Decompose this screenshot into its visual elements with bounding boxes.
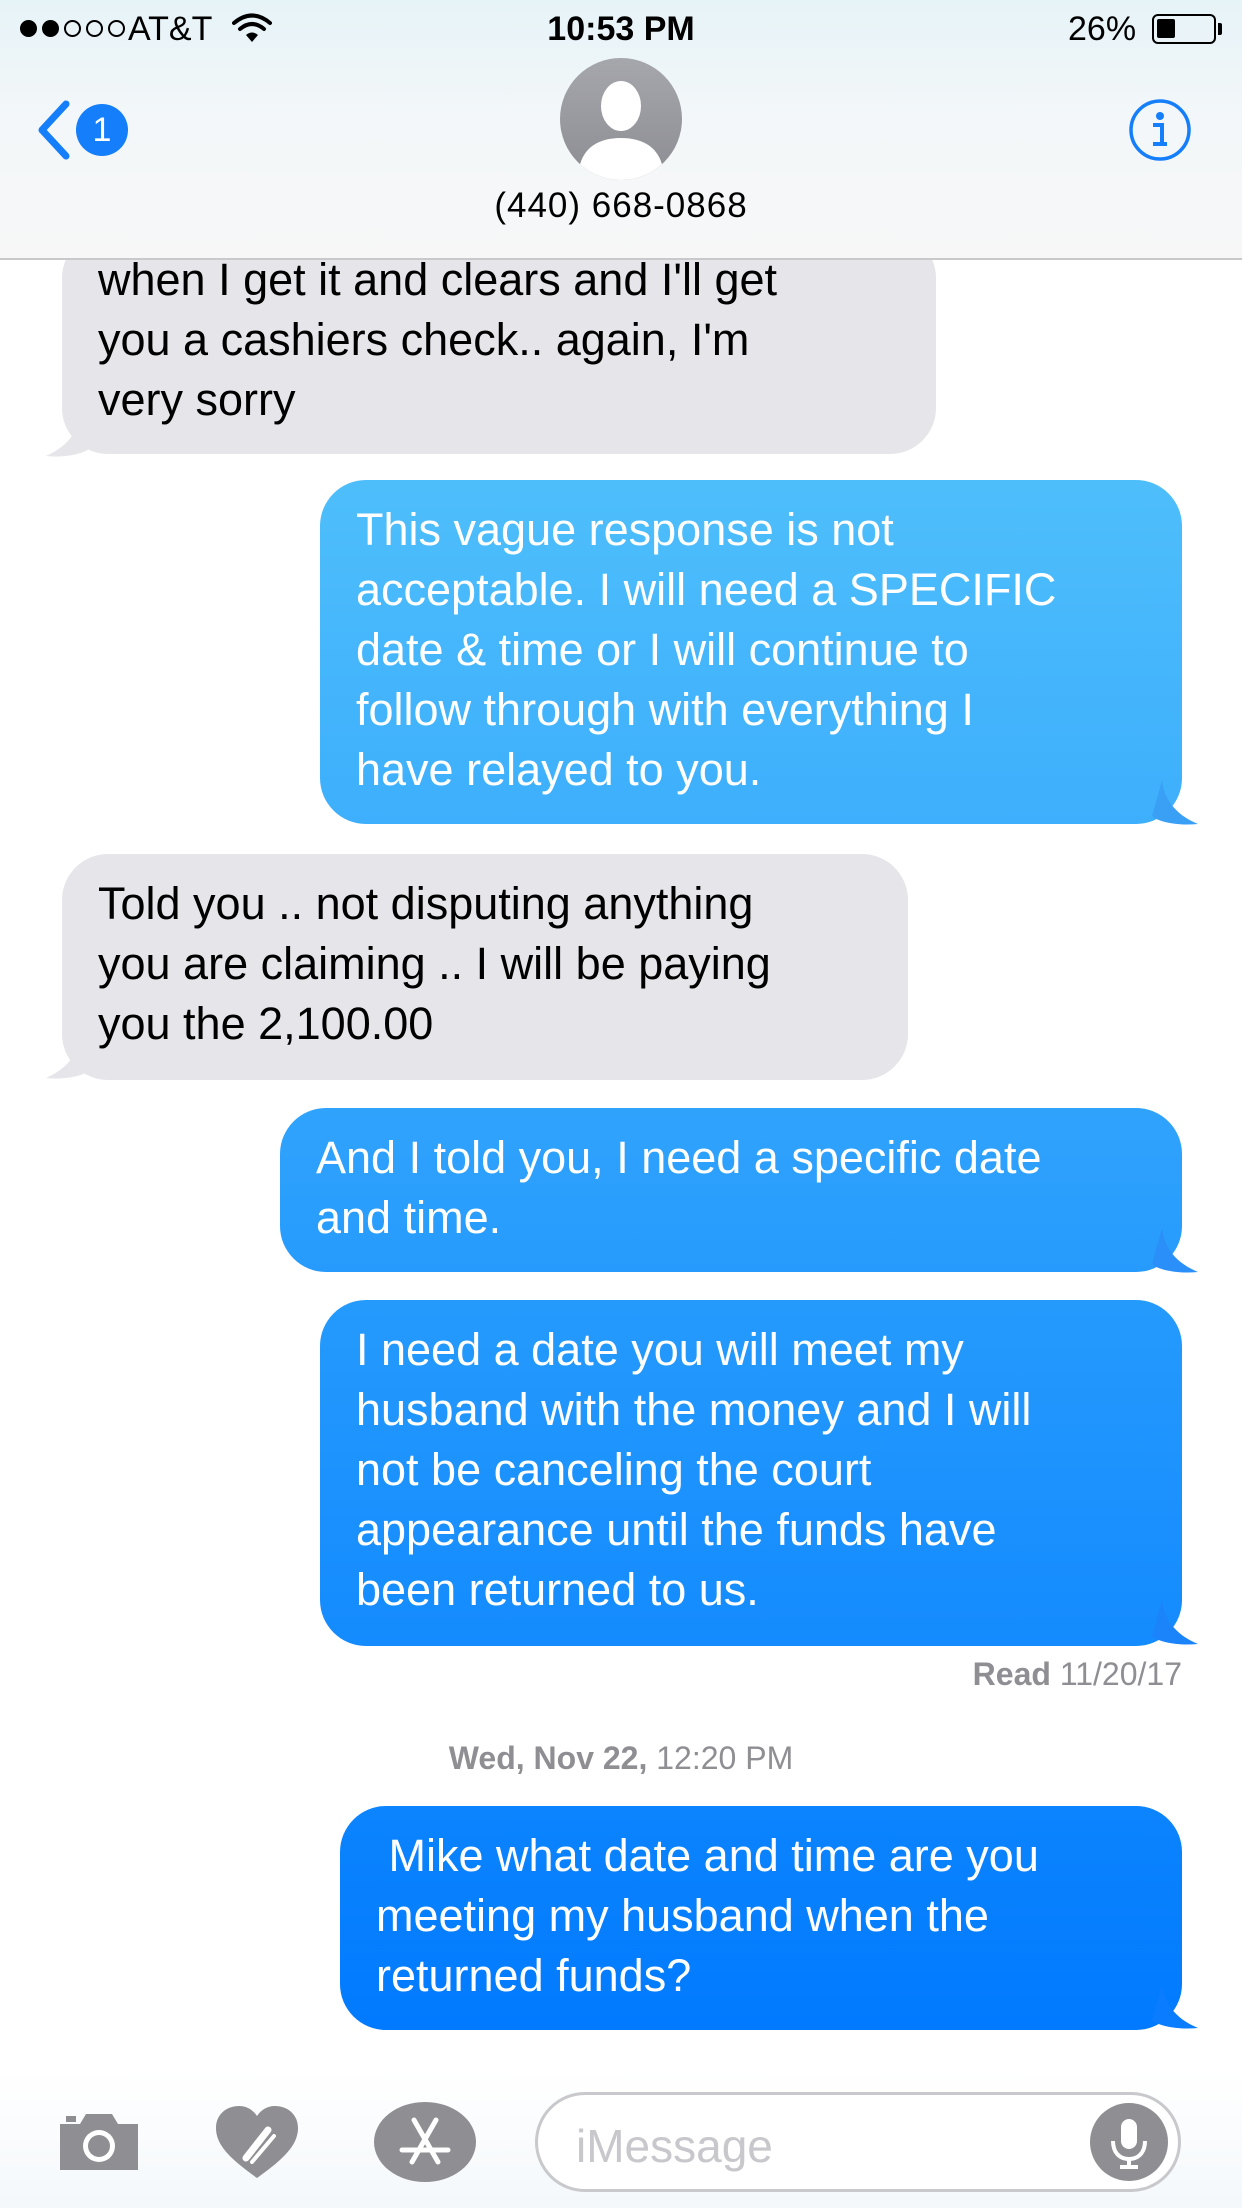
status-bar: AT&T 10:53 PM 26% — [0, 0, 1242, 60]
message-input-placeholder: iMessage — [576, 2120, 773, 2172]
contact-avatar[interactable] — [560, 58, 682, 180]
microphone-button[interactable] — [1090, 2103, 1168, 2181]
chevron-left-icon — [38, 100, 70, 160]
microphone-icon — [1111, 2119, 1147, 2169]
read-receipt: Read 11/20/17 — [973, 1656, 1182, 1693]
contact-number[interactable]: (440) 668-0868 — [0, 186, 1242, 226]
unread-badge: 1 — [76, 104, 128, 156]
battery-percent: 26% — [1068, 10, 1137, 48]
timestamp-time: 12:20 PM — [656, 1740, 794, 1776]
battery-tip — [1218, 23, 1222, 35]
bubble-tail — [46, 414, 90, 457]
app-store-icon[interactable] — [374, 2102, 476, 2182]
bubble-tail — [1152, 1228, 1198, 1273]
message-bubble-received[interactable]: Told you .. not disputing anything you a… — [62, 854, 908, 1080]
conversation: when I get it and clears and I'll get yo… — [0, 0, 1242, 2208]
clock: 10:53 PM — [547, 10, 695, 48]
compose-bar: iMessage — [0, 2070, 1242, 2208]
camera-icon[interactable] — [56, 2108, 142, 2174]
message-bubble-sent[interactable]: This vague response is not acceptable. I… — [320, 480, 1182, 824]
info-icon[interactable] — [1128, 98, 1192, 162]
battery-level — [1157, 19, 1175, 38]
bubble-tail — [1152, 1984, 1198, 2029]
conversation-header: AT&T 10:53 PM 26% 1 (440) 668-0868 — [0, 0, 1242, 260]
bubble-tail — [46, 1036, 90, 1079]
bubble-tail — [1152, 1600, 1198, 1645]
message-bubble-received[interactable]: when I get it and clears and I'll get yo… — [62, 232, 936, 454]
read-label: Read — [972, 1656, 1051, 1692]
read-date: 11/20/17 — [1059, 1656, 1182, 1692]
digital-touch-heart-icon[interactable] — [212, 2102, 302, 2182]
message-bubble-sent[interactable]: And I told you, I need a specific date a… — [280, 1108, 1182, 1272]
timestamp-day: Wed, Nov 22, — [448, 1740, 648, 1776]
bubble-tail — [1152, 780, 1198, 825]
message-bubble-sent[interactable]: I need a date you will meet my husband w… — [320, 1300, 1182, 1646]
conversation-timestamp: Wed, Nov 22, 12:20 PM — [0, 1740, 1242, 1777]
back-button[interactable]: 1 — [34, 98, 144, 162]
person-silhouette-icon — [578, 81, 664, 180]
message-input[interactable]: iMessage — [535, 2092, 1181, 2192]
message-bubble-sent[interactable]: Mike what date and time are you meeting … — [340, 1806, 1182, 2030]
battery-icon — [1152, 14, 1216, 44]
